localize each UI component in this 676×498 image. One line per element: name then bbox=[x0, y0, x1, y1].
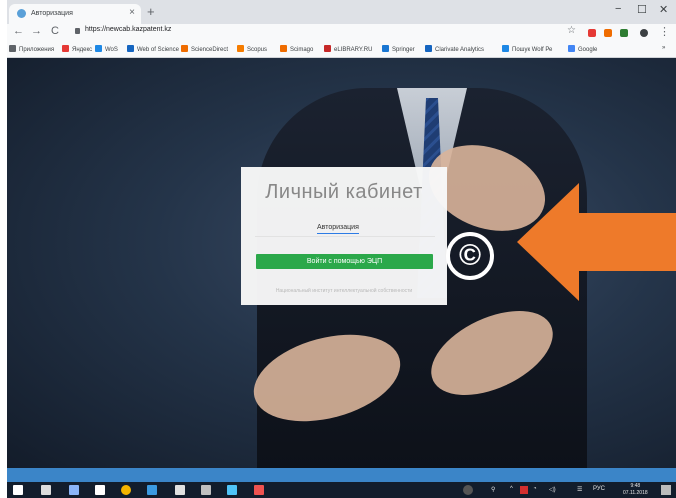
profile-icon[interactable] bbox=[640, 29, 648, 37]
menu-icon[interactable]: ⋮ bbox=[659, 25, 670, 38]
edge-icon[interactable] bbox=[147, 485, 157, 495]
back-button[interactable]: ← bbox=[13, 25, 24, 37]
close-tab-icon[interactable]: × bbox=[129, 7, 135, 18]
reload-button[interactable]: C bbox=[51, 25, 59, 37]
bookmark-label: Scopus bbox=[247, 47, 268, 53]
bookmark-item[interactable]: Web of Science bbox=[127, 45, 179, 53]
bookmark-favicon-icon bbox=[95, 45, 102, 52]
bookmark-favicon-icon bbox=[382, 45, 389, 52]
bookmark-favicon-icon bbox=[181, 45, 188, 52]
bookmark-item[interactable]: Clarivate Analytics bbox=[425, 45, 484, 53]
maximize-button[interactable]: ☐ bbox=[637, 3, 647, 16]
bookmark-label: Scimago bbox=[290, 47, 314, 53]
tab-strip: Авторизация × + − ☐ ✕ bbox=[7, 0, 676, 24]
login-title: Личный кабинет bbox=[265, 181, 423, 203]
login-button[interactable]: Войти с помощью ЭЦП bbox=[256, 254, 433, 269]
bookmark-item[interactable]: eLIBRARY.RU bbox=[324, 45, 372, 53]
bookmark-label: Яндекс bbox=[72, 47, 93, 53]
bookmarks-bar: Приложения Яндекс WoS Web of Science Science… bbox=[7, 42, 676, 58]
bookmark-label: WoS bbox=[105, 47, 118, 53]
bookmark-favicon-icon bbox=[9, 45, 16, 52]
bookmark-label: Google bbox=[578, 47, 598, 53]
bookmark-star-icon[interactable]: ☆ bbox=[567, 25, 576, 36]
extension-icon[interactable] bbox=[620, 29, 628, 37]
taskbar: ⚲ ^ ◔ ◁) ☰ РУС 9:48 07.11.2018 bbox=[7, 482, 676, 498]
bookmark-item[interactable]: Приложения bbox=[9, 45, 54, 53]
bookmark-label: ScienceDirect bbox=[191, 47, 229, 53]
bookmark-favicon-icon bbox=[502, 45, 509, 52]
user-tray-icon[interactable] bbox=[463, 485, 473, 495]
store-icon[interactable] bbox=[175, 485, 185, 495]
divider bbox=[255, 236, 435, 237]
bookmark-item[interactable]: WoS bbox=[95, 45, 118, 53]
minimize-button[interactable]: − bbox=[615, 3, 621, 15]
language-indicator[interactable]: РУС bbox=[593, 486, 605, 492]
bookmark-favicon-icon bbox=[568, 45, 575, 52]
chevron-up-icon[interactable]: ^ bbox=[510, 486, 513, 492]
clock-time: 9:48 bbox=[630, 483, 641, 489]
app-icon[interactable] bbox=[254, 485, 264, 495]
bookmark-item[interactable]: Google bbox=[568, 45, 597, 53]
search-icon[interactable] bbox=[41, 485, 51, 495]
site-favicon-icon bbox=[17, 9, 26, 18]
taskbar-stripe bbox=[7, 468, 676, 482]
address-bar[interactable]: https://newcab.kazpatent.kz bbox=[85, 26, 171, 33]
bookmark-label: Пошук Wolf Ре bbox=[512, 47, 553, 53]
bookmark-label: Приложения bbox=[19, 47, 55, 53]
start-icon[interactable] bbox=[13, 485, 23, 495]
bookmark-label: eLIBRARY.RU bbox=[334, 47, 373, 53]
task-view-icon[interactable] bbox=[69, 485, 79, 495]
bookmark-label: Web of Science bbox=[137, 47, 179, 53]
photos-icon[interactable] bbox=[227, 485, 237, 495]
bookmark-favicon-icon bbox=[127, 45, 134, 52]
new-tab-button[interactable]: + bbox=[147, 4, 155, 19]
page-background: Личный кабинет Авторизация Войти с помощ… bbox=[7, 58, 676, 468]
wifi-icon[interactable]: ◔ bbox=[533, 486, 537, 492]
more-bookmarks-button[interactable]: » bbox=[662, 45, 665, 51]
tab-authorization[interactable]: Авторизация bbox=[317, 224, 359, 234]
clock[interactable]: 9:48 07.11.2018 bbox=[623, 483, 648, 497]
extension-icon[interactable] bbox=[604, 29, 612, 37]
bookmark-label: Clarivate Analytics bbox=[435, 47, 485, 53]
bookmark-favicon-icon bbox=[280, 45, 287, 52]
keyboard-icon[interactable]: ☰ bbox=[577, 486, 582, 493]
volume-icon[interactable]: ◁) bbox=[549, 486, 556, 493]
bookmark-favicon-icon bbox=[62, 45, 69, 52]
bookmark-favicon-icon bbox=[324, 45, 331, 52]
extension-icon[interactable] bbox=[588, 29, 596, 37]
browser-toolbar: ← → C https://newcab.kazpatent.kz ☆ ⋮ bbox=[7, 24, 676, 42]
tab-title: Авторизация bbox=[31, 10, 73, 17]
browser-tab[interactable]: Авторизация × bbox=[9, 4, 141, 24]
chrome-icon[interactable] bbox=[121, 485, 131, 495]
forward-button[interactable]: → bbox=[31, 25, 42, 37]
copyright-icon: © bbox=[446, 232, 494, 280]
login-card: Личный кабинет Авторизация Войти с помощ… bbox=[241, 167, 447, 305]
bookmark-item[interactable]: Scimago bbox=[280, 45, 313, 53]
close-window-button[interactable]: ✕ bbox=[659, 3, 668, 16]
pen-icon[interactable] bbox=[201, 485, 211, 495]
notifications-icon[interactable] bbox=[661, 485, 671, 495]
bookmark-item[interactable]: ScienceDirect bbox=[181, 45, 228, 53]
people-icon[interactable]: ⚲ bbox=[491, 486, 495, 493]
bookmark-item[interactable]: Springer bbox=[382, 45, 415, 53]
bookmark-label: Springer bbox=[392, 47, 415, 53]
pointer-arrow-icon bbox=[517, 183, 676, 301]
clock-date: 07.11.2018 bbox=[623, 490, 648, 496]
footer-text: Национальный институт интеллектуальной с… bbox=[275, 288, 413, 294]
bookmark-favicon-icon bbox=[237, 45, 244, 52]
bookmark-item[interactable]: Пошук Wolf Ре bbox=[502, 45, 552, 53]
lock-icon bbox=[75, 28, 80, 34]
tray-app-icon[interactable] bbox=[520, 486, 528, 494]
bookmark-favicon-icon bbox=[425, 45, 432, 52]
bookmark-item[interactable]: Яндекс bbox=[62, 45, 92, 53]
bookmark-item[interactable]: Scopus bbox=[237, 45, 267, 53]
mail-icon[interactable] bbox=[95, 485, 105, 495]
